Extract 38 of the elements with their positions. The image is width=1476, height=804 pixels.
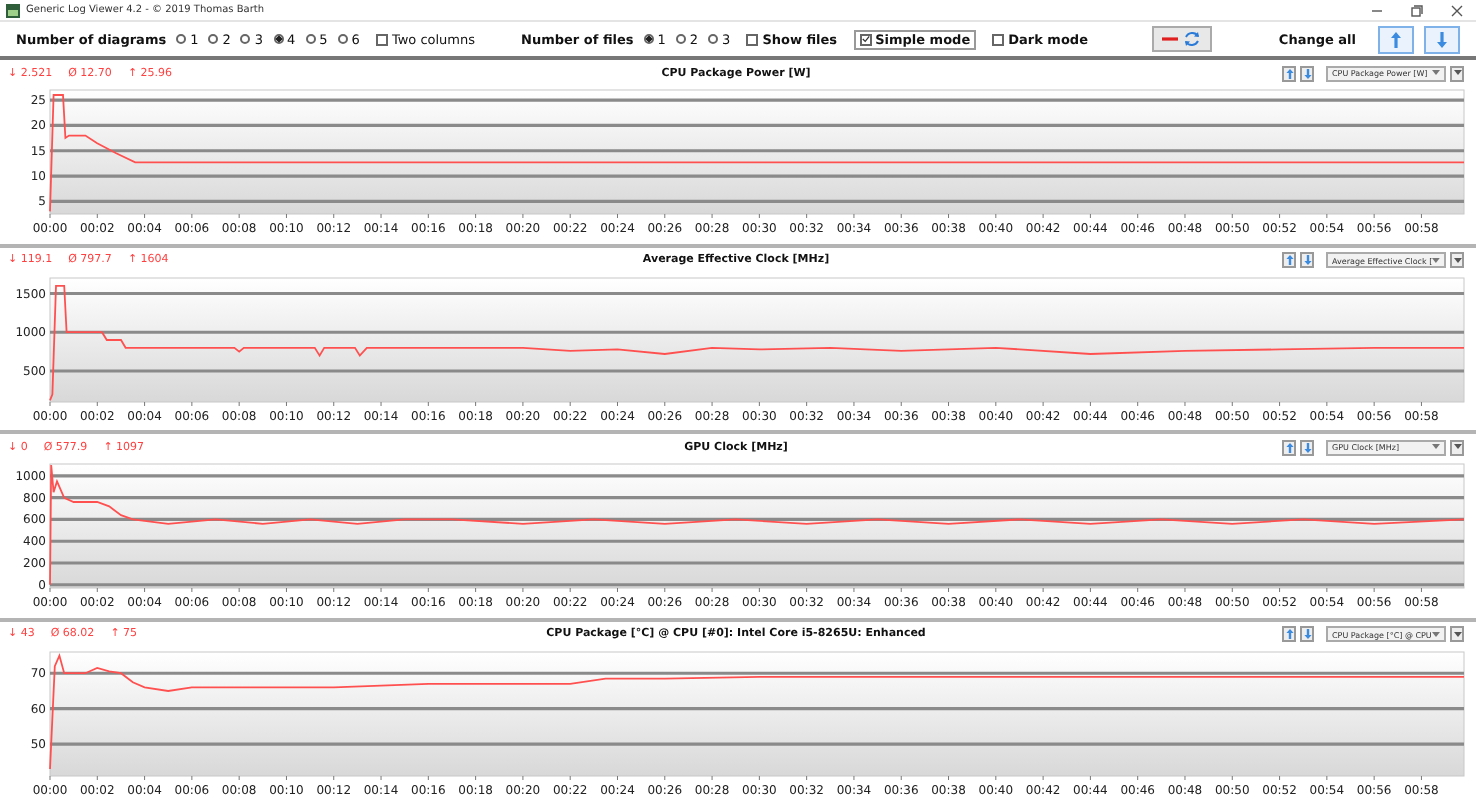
move-down-button[interactable]: [1424, 25, 1460, 53]
down-arrow-icon: [1303, 67, 1312, 79]
up-arrow-icon: [1285, 67, 1294, 79]
caret-icon: [1453, 444, 1462, 450]
caret-icon: [1432, 631, 1440, 637]
move-up-button[interactable]: [1282, 626, 1296, 642]
line-and-refresh-icon: [1160, 30, 1205, 48]
options-button[interactable]: [1450, 65, 1465, 81]
checkmark-icon: [861, 34, 870, 44]
move-down-button[interactable]: [1300, 65, 1315, 81]
move-up-button[interactable]: [1282, 252, 1297, 268]
up-arrow-icon: [1285, 254, 1294, 266]
down-arrow-icon: [1303, 254, 1312, 266]
caret-icon: [1432, 444, 1441, 450]
move-up-button[interactable]: [1282, 65, 1297, 81]
options-button[interactable]: [1450, 439, 1465, 455]
move-down-button[interactable]: [1300, 252, 1315, 268]
down-arrow-icon: [1303, 441, 1312, 453]
options-button[interactable]: [1450, 252, 1465, 268]
app-icon: [6, 3, 20, 17]
caret-icon: [1453, 257, 1462, 263]
move-down-button[interactable]: [1300, 626, 1314, 642]
swap-colors-button[interactable]: [1152, 26, 1213, 52]
up-arrow-icon: [1390, 29, 1402, 49]
up-arrow-icon: [1285, 441, 1294, 453]
up-arrow-icon: [1285, 628, 1293, 640]
caret-icon: [1453, 631, 1461, 637]
caret-icon: [1432, 257, 1441, 263]
down-arrow-icon: [1303, 628, 1311, 640]
restore-icon[interactable]: [1410, 3, 1424, 17]
close-icon[interactable]: [1450, 3, 1464, 17]
move-down-button[interactable]: [1300, 439, 1315, 455]
move-up-button[interactable]: [1282, 439, 1297, 455]
caret-icon: [1453, 70, 1462, 76]
caret-icon: [1432, 70, 1441, 76]
options-button[interactable]: [1450, 626, 1464, 642]
move-up-button[interactable]: [1378, 25, 1414, 53]
down-arrow-icon: [1436, 29, 1448, 49]
